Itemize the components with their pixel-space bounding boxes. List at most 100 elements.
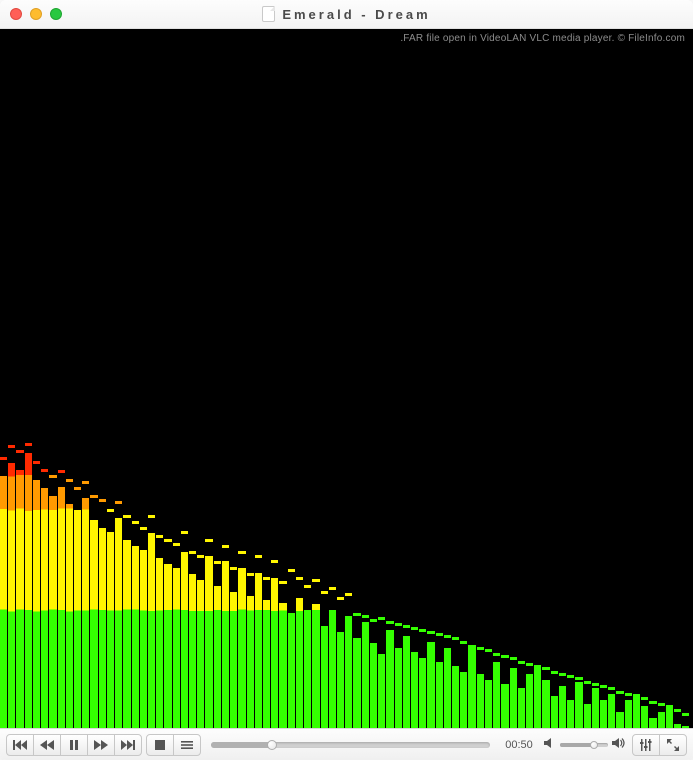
spectrum-bar [551, 428, 558, 728]
spectrum-bar [74, 428, 81, 728]
spectrum-bar [616, 428, 623, 728]
skip-forward-button[interactable] [114, 734, 142, 756]
spectrum-bar [189, 428, 196, 728]
spectrum-bar [90, 428, 97, 728]
play-pause-button[interactable] [60, 734, 88, 756]
extra-group [632, 734, 687, 756]
spectrum-bar [247, 428, 254, 728]
fast-forward-button[interactable] [87, 734, 115, 756]
spectrum-bar [132, 428, 139, 728]
spectrum-bar [477, 428, 484, 728]
fullscreen-button[interactable] [659, 734, 687, 756]
transport-group [6, 734, 142, 756]
traffic-lights [0, 8, 62, 20]
spectrum-bar [279, 428, 286, 728]
spectrum-bar [493, 428, 500, 728]
volume-low-icon [544, 736, 556, 754]
spectrum-bar [658, 428, 665, 728]
spectrum-bar [214, 428, 221, 728]
seek-slider[interactable] [211, 742, 490, 748]
spectrum-bar [460, 428, 467, 728]
spectrum-bar [164, 428, 171, 728]
spectrum-bar [123, 428, 130, 728]
spectrum-bar [452, 428, 459, 728]
titlebar: Emerald - Dream [0, 0, 693, 29]
spectrum-bar [362, 428, 369, 728]
spectrum-bar [510, 428, 517, 728]
volume-high-icon [612, 736, 626, 754]
spectrum-bar [526, 428, 533, 728]
spectrum-bar [625, 428, 632, 728]
spectrum-bar [674, 428, 681, 728]
spectrum-bar [518, 428, 525, 728]
spectrum-bar [633, 428, 640, 728]
spectrum-bar [345, 428, 352, 728]
spectrum-bar [395, 428, 402, 728]
app-window: Emerald - Dream .FAR file open in VideoL… [0, 0, 693, 760]
volume-knob[interactable] [590, 741, 598, 749]
overlay-caption: .FAR file open in VideoLAN VLC media pla… [400, 33, 685, 44]
spectrum-bar [584, 428, 591, 728]
stop-button[interactable] [146, 734, 174, 756]
spectrum-bar [33, 428, 40, 728]
spectrum-bar [25, 428, 32, 728]
window-title: Emerald - Dream [282, 7, 430, 22]
spectrum-bar [592, 428, 599, 728]
spectrum-bar [263, 428, 270, 728]
skip-back-button[interactable] [6, 734, 34, 756]
seek-knob[interactable] [267, 740, 277, 750]
time-display: 00:50 [500, 739, 538, 751]
spectrum-bar [8, 428, 15, 728]
spectrum-bar [427, 428, 434, 728]
spectrum-bar [386, 428, 393, 728]
document-icon [262, 6, 275, 22]
equalizer-button[interactable] [632, 734, 660, 756]
spectrum-bar [271, 428, 278, 728]
spectrum-bar [115, 428, 122, 728]
spectrum-bar [148, 428, 155, 728]
seek-fill [211, 742, 272, 748]
spectrum-bar [173, 428, 180, 728]
spectrum-bar [321, 428, 328, 728]
spectrum-bar [567, 428, 574, 728]
spectrum-bar [411, 428, 418, 728]
spectrum-bar [403, 428, 410, 728]
playlist-button[interactable] [173, 734, 201, 756]
spectrum-bar [468, 428, 475, 728]
spectrum-bar [99, 428, 106, 728]
zoom-window-button[interactable] [50, 8, 62, 20]
spectrum-bar [16, 428, 23, 728]
spectrum-bar [329, 428, 336, 728]
spectrum-bar [534, 428, 541, 728]
spectrum-bar [600, 428, 607, 728]
spectrum-bar [205, 428, 212, 728]
spectrum-bar [181, 428, 188, 728]
spectrum-bar [140, 428, 147, 728]
volume-fill [560, 743, 594, 747]
minimize-window-button[interactable] [30, 8, 42, 20]
spectrum-bar [41, 428, 48, 728]
spectrum-bar [370, 428, 377, 728]
visualization-area: .FAR file open in VideoLAN VLC media pla… [0, 29, 693, 728]
spectrum-bar [296, 428, 303, 728]
spectrum-bar [107, 428, 114, 728]
volume-slider[interactable] [560, 743, 608, 747]
stop-playlist-group [146, 734, 201, 756]
spectrum-bar [353, 428, 360, 728]
spectrum-bar [230, 428, 237, 728]
spectrum-bar [559, 428, 566, 728]
spectrum-bar [312, 428, 319, 728]
controls-bar: 00:50 [0, 728, 693, 760]
spectrum-bar [608, 428, 615, 728]
spectrum-bar [82, 428, 89, 728]
spectrum-bar [255, 428, 262, 728]
window-title-group: Emerald - Dream [0, 6, 693, 22]
spectrum-bar [66, 428, 73, 728]
spectrum-bar [156, 428, 163, 728]
spectrum-bar [485, 428, 492, 728]
spectrum-bar [238, 428, 245, 728]
spectrum-bar [419, 428, 426, 728]
rewind-button[interactable] [33, 734, 61, 756]
spectrum-bar [304, 428, 311, 728]
close-window-button[interactable] [10, 8, 22, 20]
